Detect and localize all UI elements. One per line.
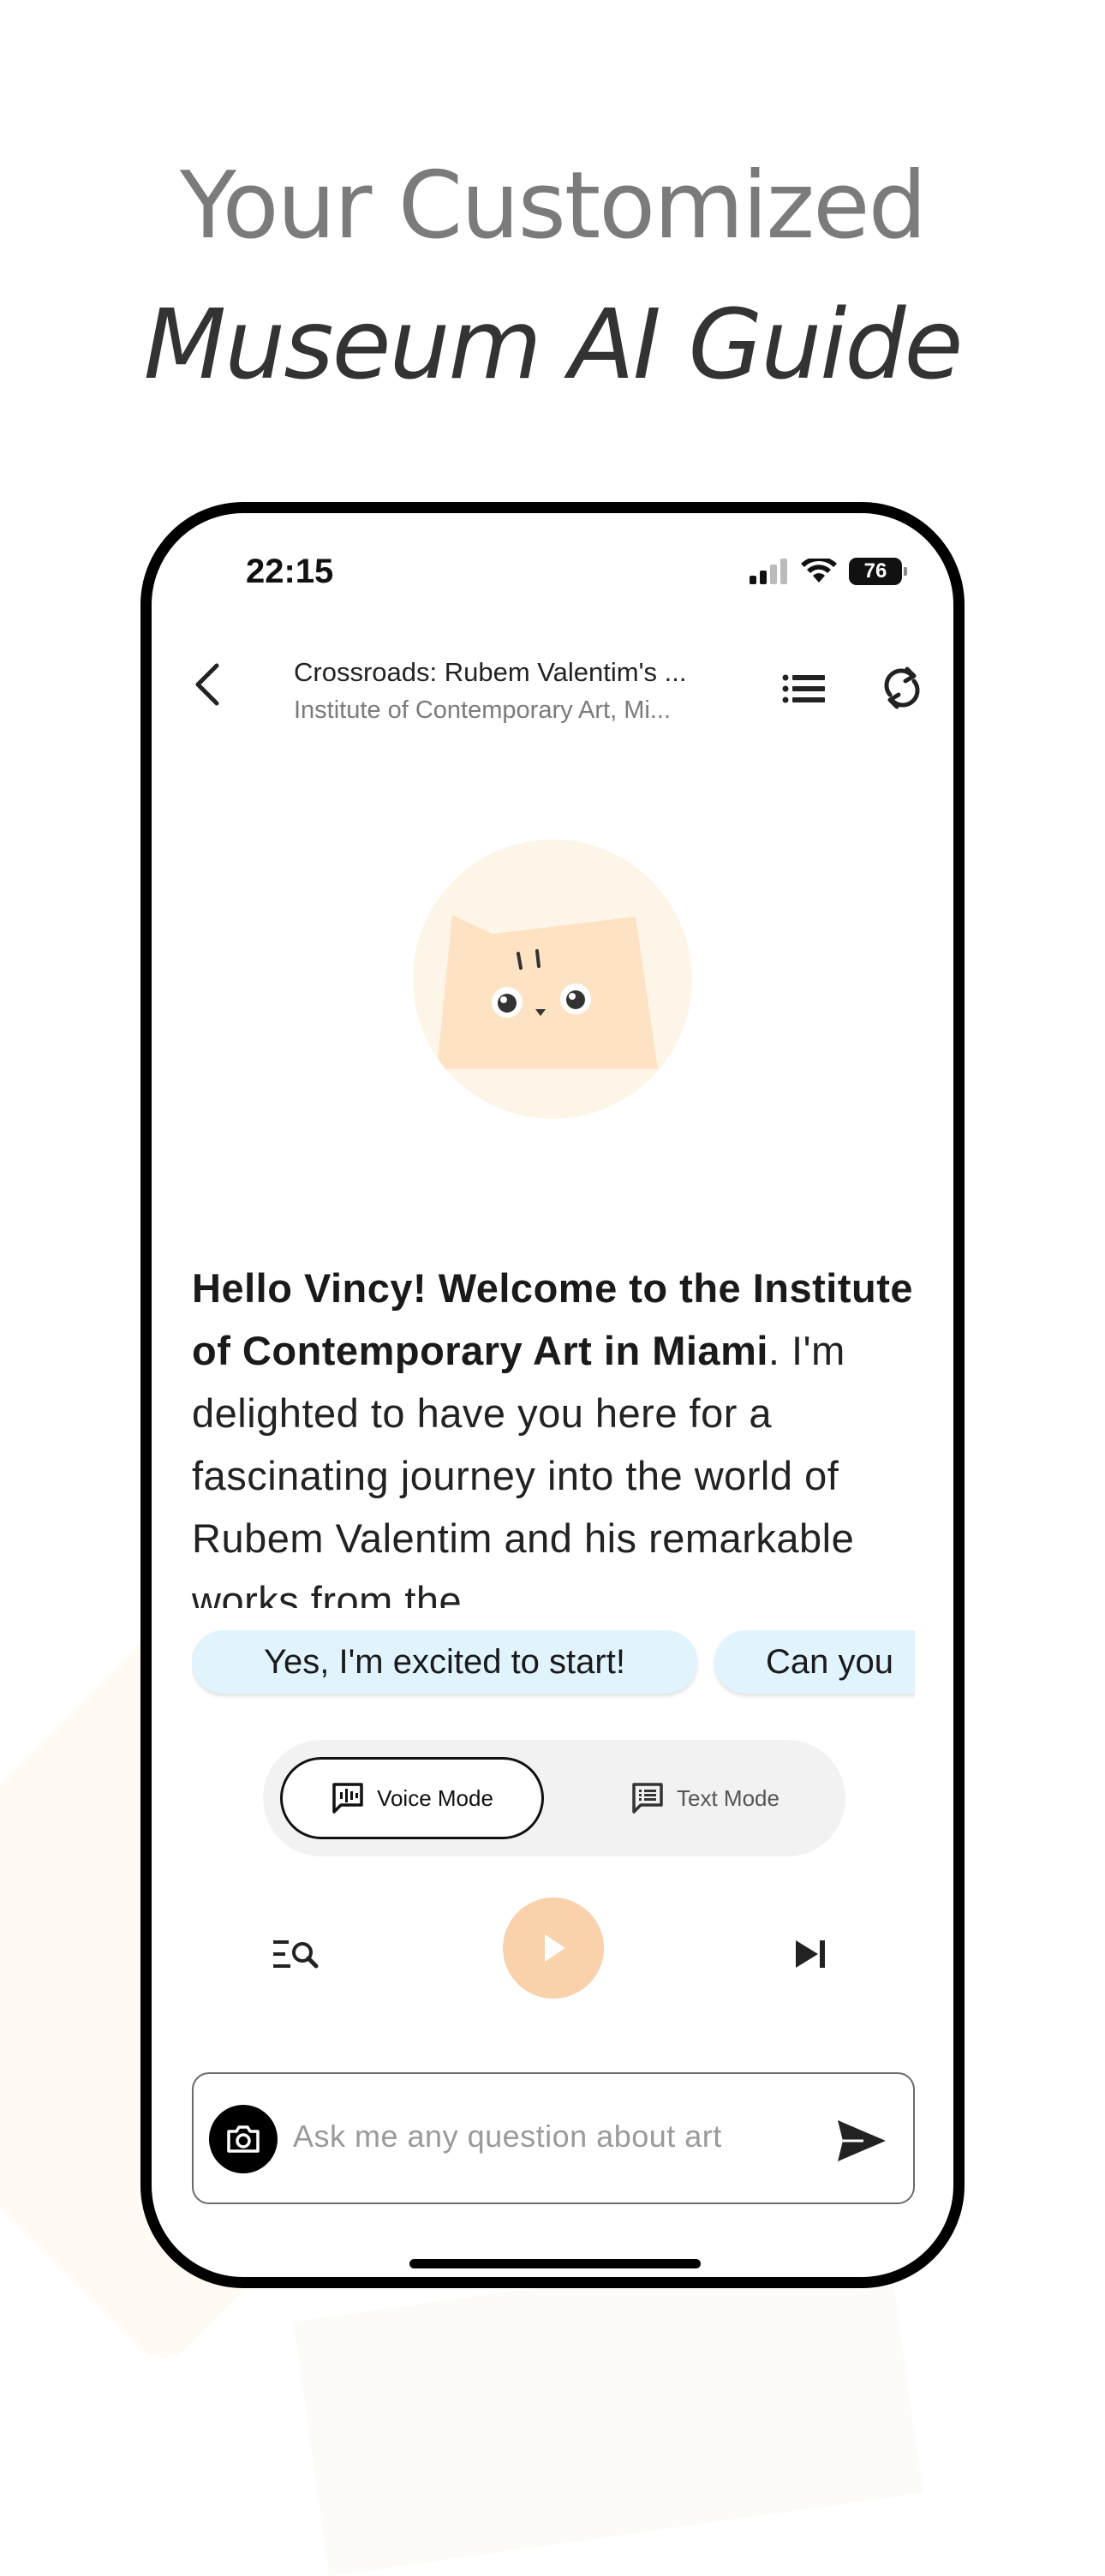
- text-mode-icon: [632, 1783, 663, 1814]
- camera-button[interactable]: [209, 2105, 278, 2173]
- suggestion-chip[interactable]: Yes, I'm excited to start!: [192, 1630, 697, 1694]
- status-time: 22:15: [246, 553, 334, 590]
- home-indicator: [409, 2259, 701, 2268]
- text-mode-label: Text Mode: [677, 1784, 779, 1811]
- background-decoration-bottom: [293, 2238, 923, 2576]
- header-titles: Crossroads: Rubem Valentim's ... Institu…: [294, 657, 739, 725]
- question-input-bar: [192, 2072, 915, 2204]
- camera-icon: [227, 2125, 260, 2153]
- question-input[interactable]: [293, 2119, 773, 2155]
- signal-icon: [750, 559, 787, 584]
- phone-frame: 22:15 76 Crossroads: Rubem Valentim's ..…: [140, 502, 965, 2288]
- list-icon[interactable]: [780, 666, 827, 712]
- wifi-icon: [801, 559, 837, 583]
- play-button[interactable]: [503, 1898, 604, 1999]
- museum-subtitle: Institute of Contemporary Art, Mi...: [294, 696, 671, 724]
- suggestion-chip[interactable]: Can you: [714, 1630, 915, 1694]
- suggestion-chips: Yes, I'm excited to start! Can you: [192, 1630, 915, 1699]
- voice-mode-icon: [332, 1783, 363, 1814]
- send-icon[interactable]: [834, 2115, 889, 2167]
- battery-icon: 76: [849, 558, 907, 585]
- cat-avatar: [413, 840, 692, 1119]
- search-transcript-icon[interactable]: [270, 1928, 321, 1980]
- back-arrow-icon[interactable]: [184, 659, 236, 710]
- guide-message: Hello Vincy! Welcome to the Institute of…: [192, 1257, 920, 1608]
- exhibition-title: Crossroads: Rubem Valentim's ...: [294, 657, 687, 687]
- headline-line-2: Museum AI Guide: [143, 290, 964, 401]
- voice-mode-label: Voice Mode: [377, 1784, 493, 1811]
- voice-mode-button[interactable]: Voice Mode: [280, 1757, 544, 1839]
- text-mode-button[interactable]: Text Mode: [602, 1757, 808, 1839]
- refresh-icon[interactable]: [878, 664, 926, 712]
- headline-line-1: Your Customized: [179, 152, 927, 260]
- play-icon: [545, 1934, 565, 1962]
- skip-next-icon[interactable]: [787, 1930, 835, 1978]
- status-icons: 76: [750, 558, 907, 585]
- mode-toggle: Voice Mode Text Mode: [263, 1740, 845, 1856]
